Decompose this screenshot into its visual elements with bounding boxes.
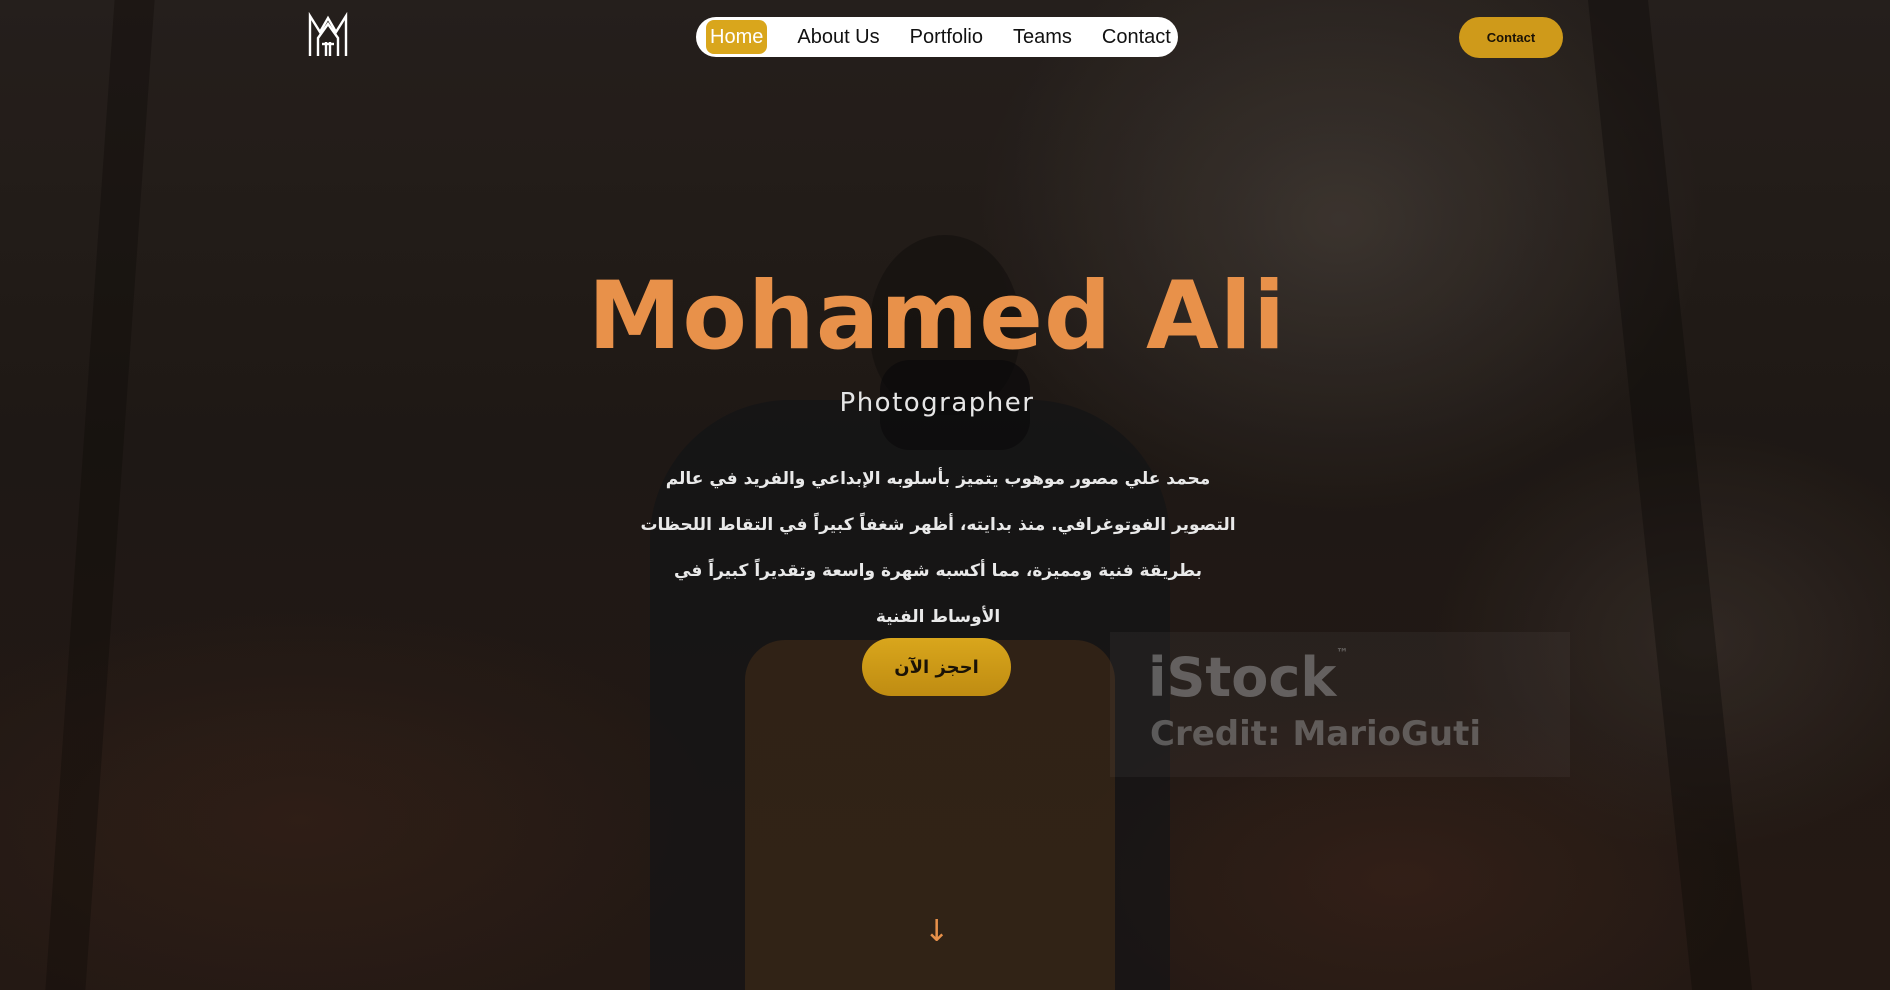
- book-now-button[interactable]: احجز الآن: [862, 638, 1011, 696]
- contact-button[interactable]: Contact: [1459, 17, 1563, 58]
- hero-section: iStock™ Credit: MarioGuti Home About Us …: [0, 0, 1890, 990]
- stock-watermark-credit: Credit: MarioGuti: [1150, 714, 1482, 754]
- hero-bio-text: محمد علي مصور موهوب يتميز بأسلوبه الإبدا…: [640, 469, 1236, 627]
- stock-watermark-brand: iStock™: [1148, 646, 1349, 709]
- hero-role-subtitle: Photographer: [839, 388, 1035, 418]
- nav-item-home[interactable]: Home: [706, 20, 768, 54]
- nav-item-contact[interactable]: Contact: [1102, 20, 1171, 54]
- main-nav: Home About Us Portfolio Teams Contact: [696, 17, 1178, 57]
- nav-item-teams[interactable]: Teams: [1013, 20, 1072, 54]
- nav-item-portfolio[interactable]: Portfolio: [910, 20, 983, 54]
- hero-name-title: Mohamed Ali: [587, 262, 1287, 371]
- arrow-down-icon[interactable]: ↓: [924, 914, 949, 950]
- nav-item-about-us[interactable]: About Us: [797, 20, 879, 54]
- mm-monogram-logo-icon[interactable]: [306, 11, 350, 58]
